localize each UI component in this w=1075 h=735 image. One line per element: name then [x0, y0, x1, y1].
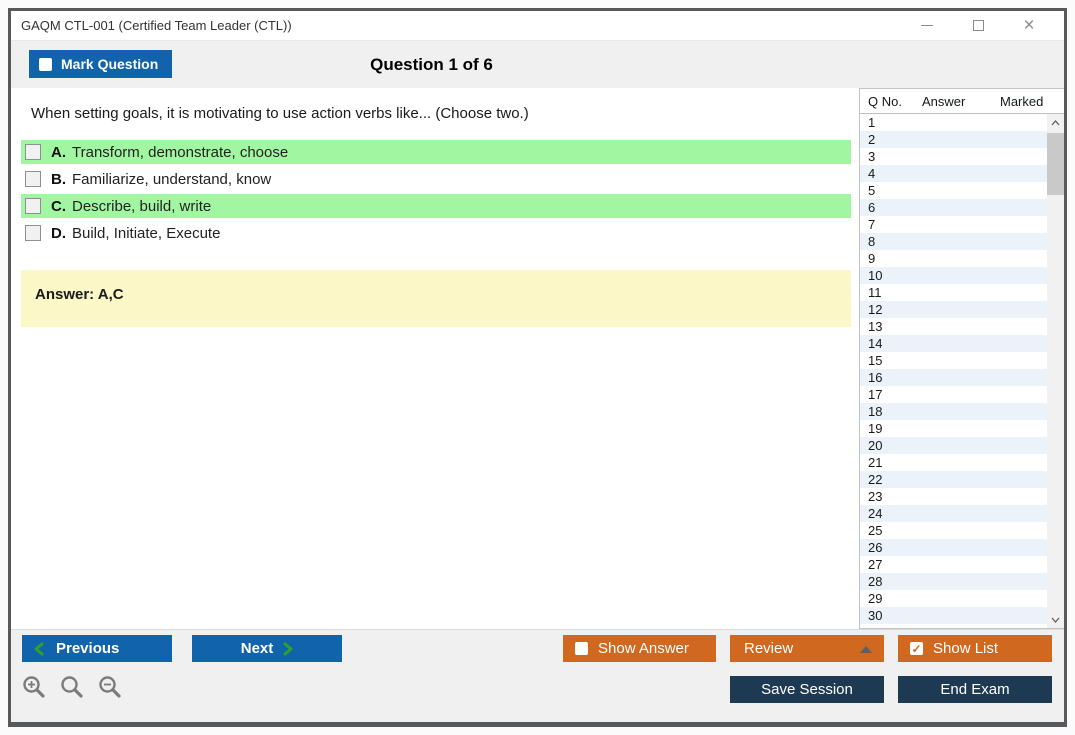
- chevron-right-icon: [283, 642, 293, 655]
- question-list-row[interactable]: 28: [860, 573, 1047, 590]
- question-list-row[interactable]: 25: [860, 522, 1047, 539]
- show-list-button[interactable]: Show List: [898, 635, 1052, 662]
- content-area: When setting goals, it is motivating to …: [11, 88, 1064, 629]
- question-list-row[interactable]: 22: [860, 471, 1047, 488]
- scroll-down-arrow-icon[interactable]: [1047, 611, 1064, 628]
- question-list-row[interactable]: 18: [860, 403, 1047, 420]
- question-list-row[interactable]: 14: [860, 335, 1047, 352]
- question-list-row[interactable]: 29: [860, 590, 1047, 607]
- question-list-row[interactable]: 13: [860, 318, 1047, 335]
- question-counter: Question 1 of 6: [370, 55, 493, 74]
- option-row-b[interactable]: B. Familiarize, understand, know: [21, 167, 851, 191]
- question-list-row[interactable]: 6: [860, 199, 1047, 216]
- scrollbar-thumb[interactable]: [1047, 133, 1064, 195]
- question-text: When setting goals, it is motivating to …: [31, 105, 529, 122]
- zoom-in-icon[interactable]: [21, 674, 48, 701]
- option-text: Familiarize, understand, know: [72, 170, 272, 188]
- next-label: Next: [240, 640, 274, 657]
- option-letter: B.: [51, 170, 66, 188]
- option-checkbox[interactable]: [25, 225, 41, 241]
- header-band: Mark Question Question 1 of 6: [11, 40, 1064, 88]
- option-text: Build, Initiate, Execute: [72, 224, 221, 242]
- question-list-row[interactable]: 19: [860, 420, 1047, 437]
- question-list-row[interactable]: 11: [860, 284, 1047, 301]
- show-answer-label: Show Answer: [598, 640, 689, 657]
- column-header-qno: Q No.: [868, 94, 902, 109]
- question-list-row[interactable]: 7: [860, 216, 1047, 233]
- maximize-icon: [972, 20, 984, 31]
- option-checkbox[interactable]: [25, 171, 41, 187]
- option-letter: D.: [51, 224, 66, 242]
- close-icon: ×: [1023, 14, 1035, 36]
- review-label: Review: [744, 640, 794, 657]
- show-answer-button[interactable]: Show Answer: [563, 635, 716, 662]
- column-header-answer: Answer: [922, 94, 966, 109]
- options-list: A. Transform, demonstrate, choose B. Famili…: [21, 140, 851, 245]
- question-pane: When setting goals, it is motivating to …: [11, 88, 859, 629]
- question-list-body: 1 2 3 4 5 6 7 8 9 10 11 12 13 14 15 16 17 18 19 20 21 22 23 24 2…: [860, 114, 1064, 628]
- option-checkbox[interactable]: [25, 144, 41, 160]
- maximize-button[interactable]: [969, 17, 987, 35]
- arrow-up-icon: [860, 646, 872, 653]
- show-list-checkbox: [910, 642, 923, 655]
- minimize-button[interactable]: [918, 17, 936, 35]
- scroll-up-arrow-icon[interactable]: [1047, 114, 1064, 131]
- question-list-row[interactable]: 4: [860, 165, 1047, 182]
- exam-window: GAQM CTL-001 (Certified Team Leader (CTL…: [8, 8, 1067, 727]
- option-checkbox[interactable]: [25, 198, 41, 214]
- previous-button[interactable]: Previous: [22, 635, 172, 662]
- window-controls: ×: [918, 14, 1050, 36]
- question-list-row[interactable]: 26: [860, 539, 1047, 556]
- option-letter: C.: [51, 197, 66, 215]
- titlebar: GAQM CTL-001 (Certified Team Leader (CTL…: [11, 11, 1064, 40]
- zoom-reset-icon[interactable]: [59, 674, 86, 701]
- show-answer-checkbox: [575, 642, 588, 655]
- question-list-row[interactable]: 27: [860, 556, 1047, 573]
- close-button[interactable]: ×: [1020, 14, 1038, 36]
- question-list-row[interactable]: 8: [860, 233, 1047, 250]
- previous-label: Previous: [56, 640, 120, 657]
- question-list-rows: 1 2 3 4 5 6 7 8 9 10 11 12 13 14 15 16 17 18 19 20 21 22 23 24 2…: [860, 114, 1047, 624]
- option-row-a[interactable]: A. Transform, demonstrate, choose: [21, 140, 851, 164]
- question-list-header: Q No. Answer Marked: [860, 89, 1064, 114]
- footer-bar: Previous Next Show Answer Review Show Li…: [11, 629, 1064, 722]
- save-session-button[interactable]: Save Session: [730, 676, 884, 703]
- question-list-row[interactable]: 9: [860, 250, 1047, 267]
- answer-label: Answer: A,C: [35, 286, 124, 303]
- zoom-controls: [21, 674, 124, 701]
- zoom-out-icon[interactable]: [97, 674, 124, 701]
- question-list-row[interactable]: 12: [860, 301, 1047, 318]
- answer-box: Answer: A,C: [21, 270, 851, 327]
- question-list-scrollbar[interactable]: [1047, 114, 1064, 628]
- question-list-row[interactable]: 20: [860, 437, 1047, 454]
- question-list-row[interactable]: 17: [860, 386, 1047, 403]
- question-list-row[interactable]: 15: [860, 352, 1047, 369]
- question-list-row[interactable]: 1: [860, 114, 1047, 131]
- option-row-c[interactable]: C. Describe, build, write: [21, 194, 851, 218]
- end-exam-button[interactable]: End Exam: [898, 676, 1052, 703]
- question-list-row[interactable]: 2: [860, 131, 1047, 148]
- question-list-row[interactable]: 24: [860, 505, 1047, 522]
- question-list-row[interactable]: 16: [860, 369, 1047, 386]
- question-list-row[interactable]: 3: [860, 148, 1047, 165]
- option-row-d[interactable]: D. Build, Initiate, Execute: [21, 221, 851, 245]
- minimize-icon: [921, 25, 933, 26]
- show-list-label: Show List: [933, 640, 999, 657]
- question-list-row[interactable]: 23: [860, 488, 1047, 505]
- next-button[interactable]: Next: [192, 635, 342, 662]
- question-list-panel: Q No. Answer Marked 1 2 3 4 5 6 7 8 9 10 11 12 13 14 1…: [859, 88, 1064, 629]
- question-list-row[interactable]: 21: [860, 454, 1047, 471]
- option-text: Describe, build, write: [72, 197, 212, 215]
- question-list-row[interactable]: 30: [860, 607, 1047, 624]
- window-title: GAQM CTL-001 (Certified Team Leader (CTL…: [21, 18, 292, 33]
- option-text: Transform, demonstrate, choose: [72, 143, 289, 161]
- question-list-row[interactable]: 10: [860, 267, 1047, 284]
- column-header-marked: Marked: [1000, 94, 1044, 109]
- save-session-label: Save Session: [761, 681, 853, 698]
- option-letter: A.: [51, 143, 66, 161]
- end-exam-label: End Exam: [940, 681, 1010, 698]
- review-button[interactable]: Review: [730, 635, 884, 662]
- chevron-left-icon: [34, 642, 44, 655]
- question-list-row[interactable]: 5: [860, 182, 1047, 199]
